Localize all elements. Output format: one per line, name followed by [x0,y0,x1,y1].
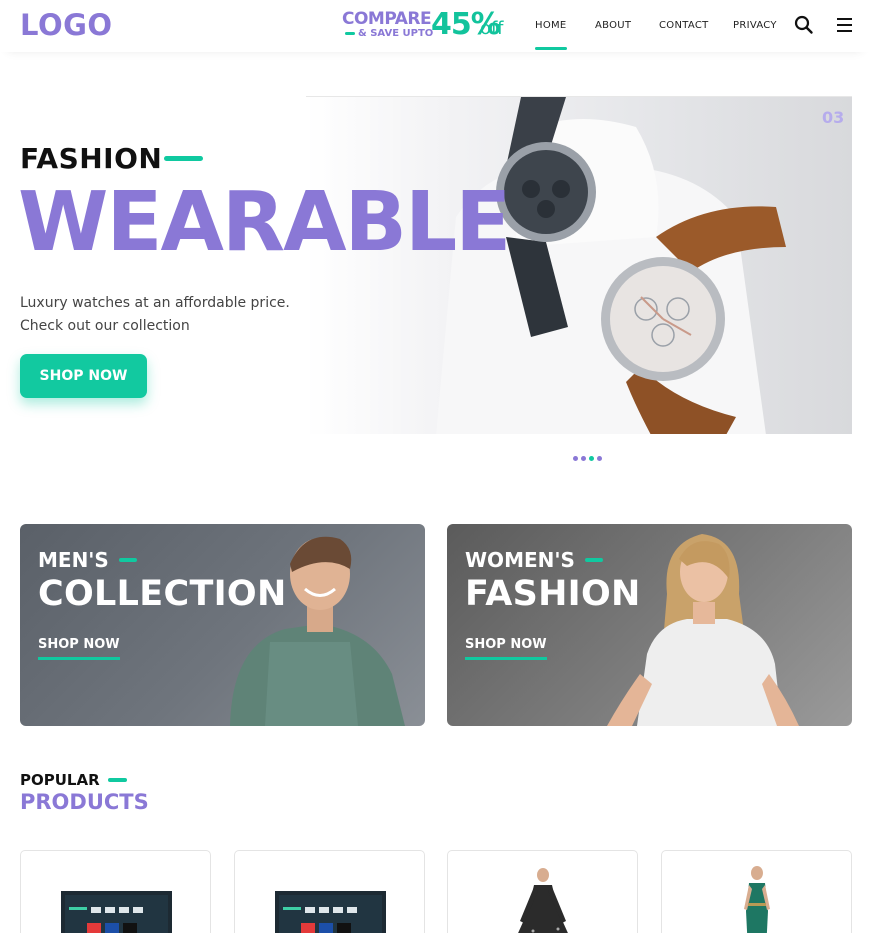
hero-description-line-1: Luxury watches at an affordable price. [20,295,290,311]
product-card[interactable] [661,850,852,933]
search-icon[interactable] [794,15,814,35]
mens-shop-now-link[interactable]: SHOP NOW [38,637,120,660]
womens-kicker-dash [584,558,603,562]
tv-product-image [275,891,386,933]
slider-dot-2[interactable] [581,456,586,461]
product-card[interactable] [234,850,425,933]
womens-shop-now-link[interactable]: SHOP NOW [465,637,547,660]
promo-compare-text: COMPARE [342,9,432,29]
mens-kicker-label: MEN'S [38,548,109,572]
slider-dots [573,456,602,461]
hero-kicker: FASHION [20,142,163,175]
slider-dot-3[interactable] [589,456,594,461]
popular-kicker: POPULAR [20,771,127,789]
slider-dot-4[interactable] [597,456,602,461]
womens-card-kicker: WOMEN'S [465,548,603,572]
popular-kicker-dash [107,778,127,782]
hero-shop-now-button[interactable]: SHOP NOW [20,354,147,398]
nav-about[interactable]: ABOUT [595,20,631,31]
hero-headline: WEARABLE [18,175,511,270]
hero-description-line-2: Check out our collection [20,318,190,334]
promo-save-label: & SAVE UPTO [358,28,434,39]
nav-home[interactable]: HOME [535,20,567,50]
womens-kicker-label: WOMEN'S [465,548,575,572]
mens-card-title: COLLECTION [38,574,287,614]
mens-collection-card[interactable]: MEN'S COLLECTION SHOP NOW [20,524,425,726]
promo-banner[interactable]: COMPARE & SAVE UPTO 45% off [342,7,504,43]
popular-kicker-label: POPULAR [20,771,100,789]
product-card[interactable] [20,850,211,933]
womens-card-title: FASHION [465,574,641,614]
mens-card-kicker: MEN'S [38,548,137,572]
womens-fashion-card[interactable]: WOMEN'S FASHION SHOP NOW [447,524,852,726]
nav-privacy[interactable]: PRIVACY [733,20,777,31]
mens-kicker-dash [118,558,137,562]
promo-dash [345,32,355,35]
hero-description: Luxury watches at an affordable price. C… [20,292,320,338]
promo-off: off [480,18,504,39]
dress-product-image [744,866,770,933]
tv-product-image [61,891,172,933]
site-header: LOGO COMPARE & SAVE UPTO 45% off HOME AB… [0,0,869,52]
product-card[interactable] [447,850,638,933]
menu-icon[interactable] [835,15,855,35]
slider-dot-1[interactable] [573,456,578,461]
slide-number: 03 [822,108,845,127]
nav-contact[interactable]: CONTACT [659,20,709,31]
hero-kicker-dash [164,156,203,161]
products-heading: PRODUCTS [20,790,149,814]
dress-product-image [518,868,568,933]
logo[interactable]: LOGO [20,8,113,42]
promo-save-text: & SAVE UPTO [345,28,433,39]
